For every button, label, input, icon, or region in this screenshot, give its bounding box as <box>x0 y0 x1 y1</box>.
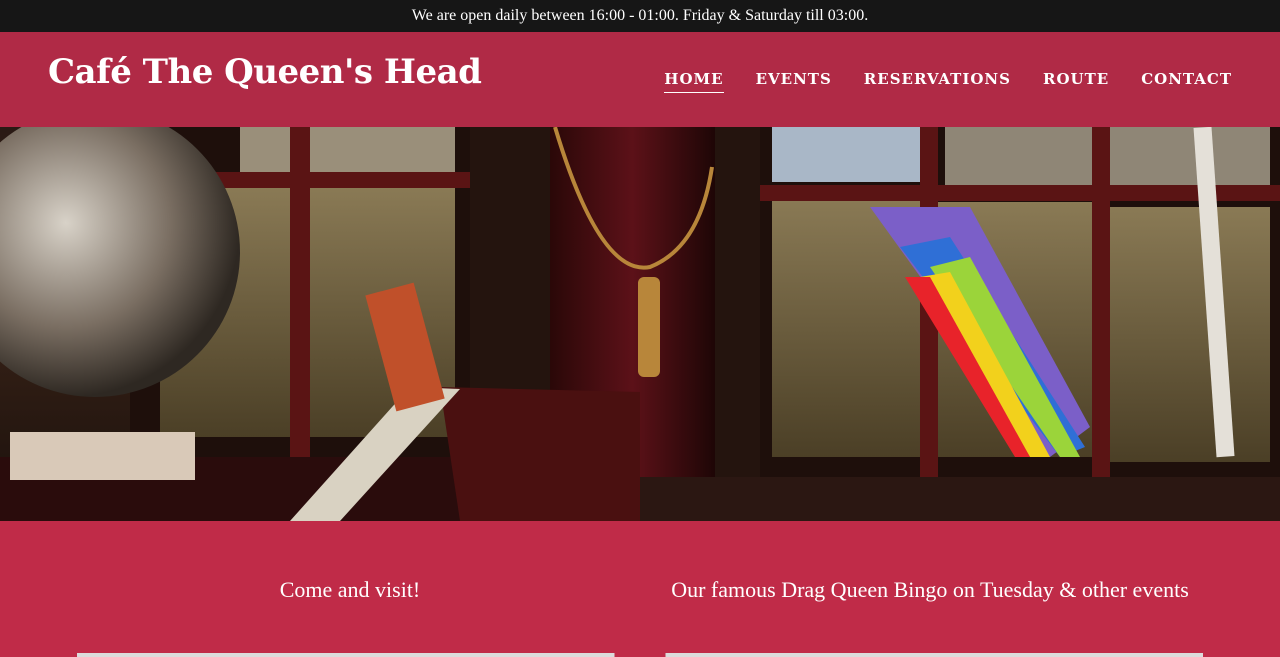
nav-route[interactable]: ROUTE <box>1043 70 1109 93</box>
site-logo[interactable]: Café The Queen's Head <box>48 52 482 92</box>
opening-hours-bar: We are open daily between 16:00 - 01:00.… <box>0 0 1280 32</box>
nav-events[interactable]: EVENTS <box>756 70 832 93</box>
nav-reservations[interactable]: RESERVATIONS <box>864 70 1011 93</box>
section-divider <box>0 653 1280 657</box>
events-heading: Our famous Drag Queen Bingo on Tuesday &… <box>671 577 1189 602</box>
main-nav: HOME EVENTS RESERVATIONS ROUTE CONTACT <box>664 70 1232 93</box>
nav-contact[interactable]: CONTACT <box>1141 70 1232 93</box>
hero-photo-illustration <box>0 127 1280 521</box>
intro-section: Come and visit! Our famous Drag Queen Bi… <box>0 521 1280 657</box>
hero-image <box>0 127 1280 521</box>
nav-home[interactable]: HOME <box>664 70 724 93</box>
visit-heading: Come and visit! <box>279 577 421 602</box>
opening-hours-text: We are open daily between 16:00 - 01:00.… <box>411 7 869 24</box>
site-header: Café The Queen's Head HOME EVENTS RESERV… <box>0 32 1280 127</box>
